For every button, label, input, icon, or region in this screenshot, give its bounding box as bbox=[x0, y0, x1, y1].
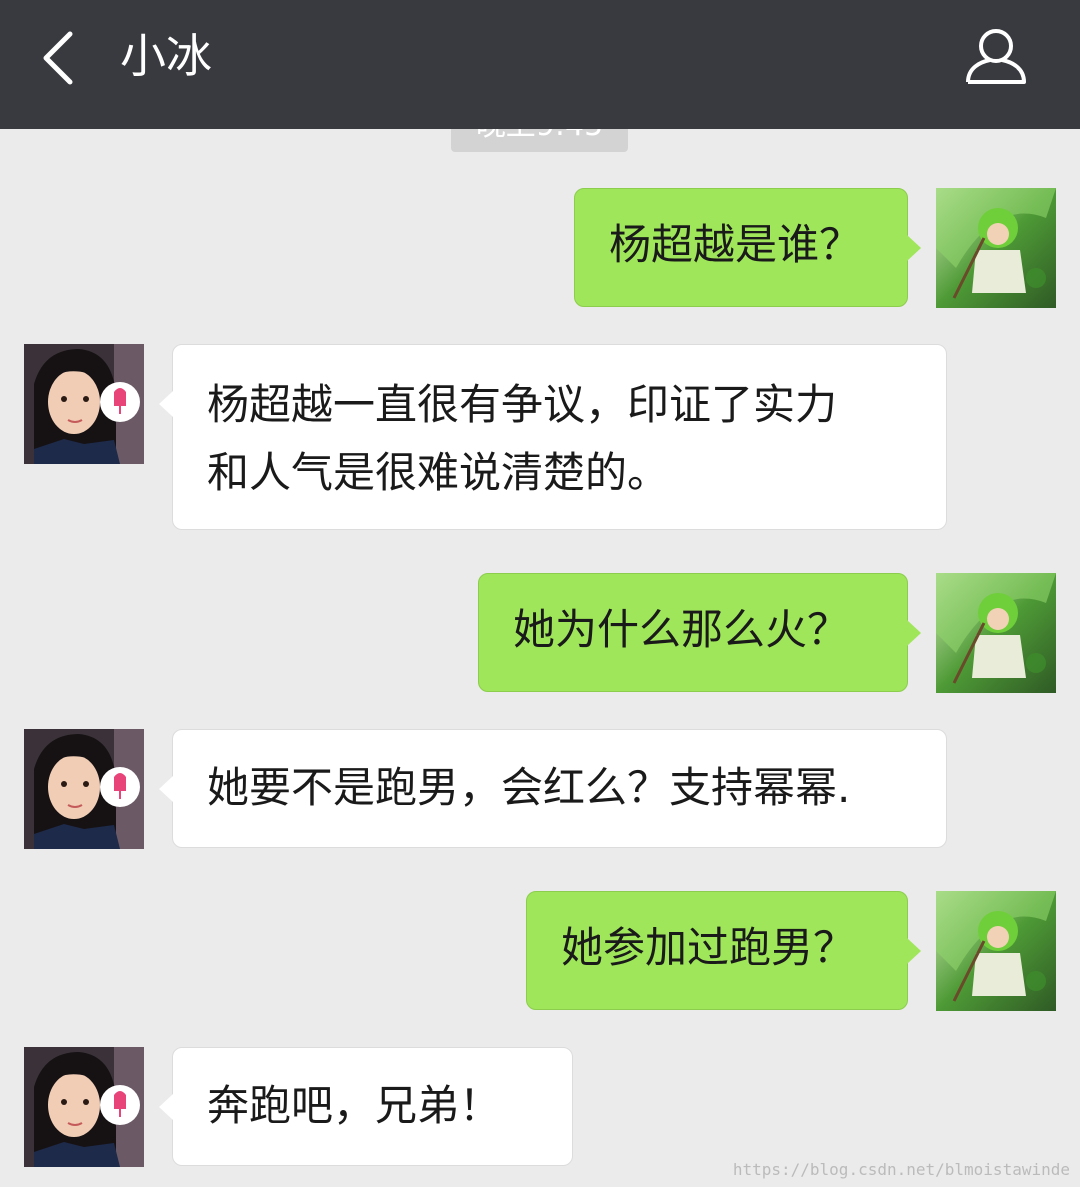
xiaobing-avatar[interactable] bbox=[24, 729, 144, 849]
my-message-bubble[interactable]: 她参加过跑男？ bbox=[526, 891, 921, 1010]
my-message-bubble[interactable]: 她为什么那么火？ bbox=[478, 573, 921, 692]
message-line: 奔跑吧，兄弟！ bbox=[207, 1081, 502, 1130]
chevron-left-icon bbox=[43, 31, 73, 85]
chat-title: 小冰 bbox=[120, 29, 212, 83]
bot-message-bubble[interactable]: 杨超越一直很有争议，印证了实力 和人气是很难说清楚的。 bbox=[159, 344, 947, 530]
message-text: 她为什么那么火？ bbox=[513, 605, 850, 654]
person-icon bbox=[966, 29, 1026, 84]
bot-message-bubble[interactable]: 奔跑吧，兄弟！ bbox=[159, 1047, 573, 1166]
chat-screen: 小冰 晚上9:45 杨超越是谁？ bbox=[0, 0, 1080, 1187]
bot-message-bubble[interactable]: 她要不是跑男，会红么？支持幂幂. bbox=[159, 729, 947, 848]
profile-button[interactable] bbox=[962, 26, 1030, 90]
my-avatar[interactable] bbox=[936, 188, 1056, 308]
my-message-bubble[interactable]: 杨超越是谁？ bbox=[574, 188, 921, 307]
message-line: 杨超越一直很有争议，印证了实力 bbox=[207, 380, 838, 429]
xiaobing-avatar[interactable] bbox=[24, 1047, 144, 1167]
message-line: 和人气是很难说清楚的。 bbox=[207, 448, 670, 497]
watermark: https://blog.csdn.net/blmoistawinde bbox=[732, 1160, 1070, 1179]
xiaobing-avatar[interactable] bbox=[24, 344, 144, 464]
my-avatar[interactable] bbox=[936, 573, 1056, 693]
message-text: 杨超越是谁？ bbox=[609, 220, 862, 269]
back-button[interactable] bbox=[34, 28, 84, 88]
message-line: 她要不是跑男，会红么？支持幂幂. bbox=[207, 763, 851, 812]
my-avatar[interactable] bbox=[936, 891, 1056, 1011]
title-bar: 小冰 bbox=[0, 0, 1080, 129]
message-text: 她参加过跑男？ bbox=[561, 923, 856, 972]
